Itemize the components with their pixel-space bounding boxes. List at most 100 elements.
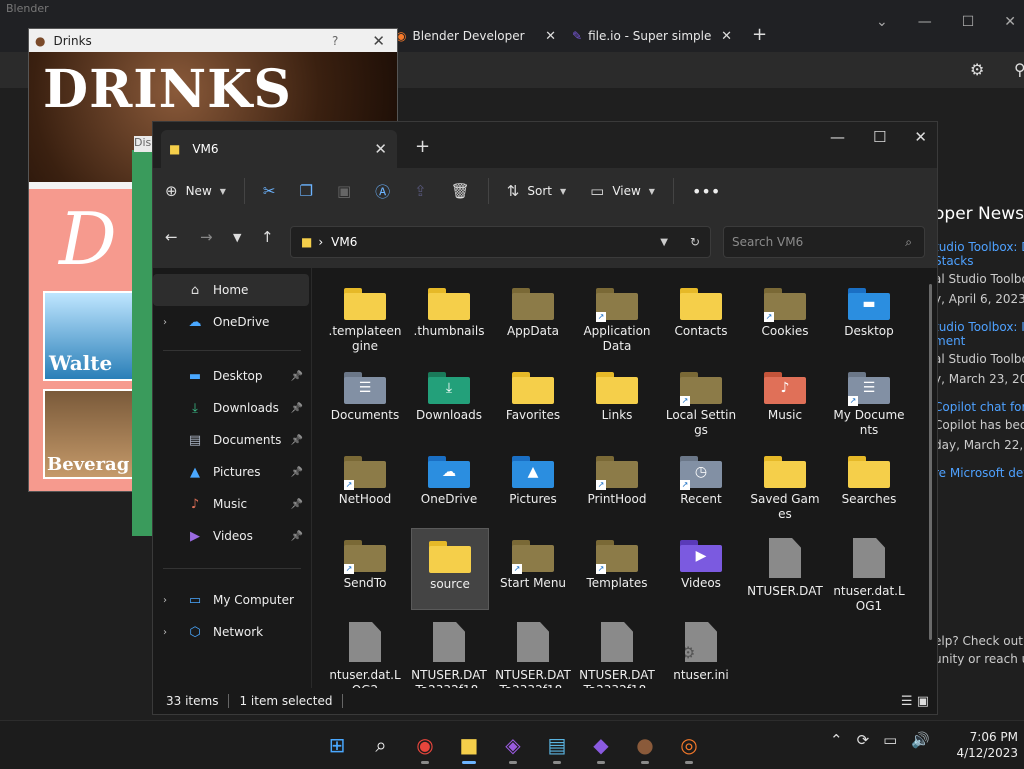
blender-icon[interactable]: ◎ bbox=[675, 731, 703, 764]
help-icon[interactable]: ? bbox=[332, 34, 338, 48]
tiles-view-icon[interactable]: ▣ bbox=[917, 694, 929, 709]
close-button[interactable]: ✕ bbox=[1004, 14, 1016, 30]
sidebar-item-pictures[interactable]: ▲ Pictures 📌 bbox=[153, 456, 309, 488]
clock[interactable]: 7:06 PM 4/12/2023 bbox=[946, 729, 1018, 761]
folder-item[interactable]: Searches bbox=[831, 444, 907, 524]
folder-item[interactable]: ☰ Documents bbox=[327, 360, 403, 440]
folder-item[interactable]: .templateengine bbox=[327, 276, 403, 356]
search-icon[interactable]: ⌕ bbox=[367, 731, 395, 759]
close-button[interactable]: ✕ bbox=[372, 32, 385, 50]
more-options-button[interactable]: ••• bbox=[680, 173, 732, 209]
monitor-icon[interactable]: ▭ bbox=[883, 731, 897, 749]
maximize-button[interactable]: ☐ bbox=[962, 14, 975, 30]
close-button[interactable]: ✕ bbox=[914, 128, 927, 146]
minimize-button[interactable]: — bbox=[918, 14, 932, 30]
sidebar-item-downloads[interactable]: ⤓ Downloads 📌 bbox=[153, 392, 309, 424]
new-tab-button[interactable]: + bbox=[415, 136, 430, 157]
browser-tab-blender-developer[interactable]: ◉ Blender Developer ✕ bbox=[396, 22, 556, 50]
folder-item[interactable]: ▬ Desktop bbox=[831, 276, 907, 356]
paste-button[interactable]: ▣ bbox=[325, 173, 363, 209]
address-bar[interactable]: ■ › VM6 ▼ ↻ bbox=[290, 226, 711, 258]
sidebar-item-desktop[interactable]: ▬ Desktop 📌 bbox=[153, 360, 309, 392]
chevron-right-icon[interactable]: › bbox=[163, 627, 179, 638]
news-link[interactable]: tudio Toolbox: De bbox=[934, 240, 1024, 254]
folder-item[interactable]: source bbox=[411, 528, 489, 610]
recent-locations-chevron-icon[interactable]: ▼ bbox=[233, 231, 241, 244]
folder-item[interactable]: ⤓ Downloads bbox=[411, 360, 487, 440]
forward-arrow-icon[interactable]: → bbox=[200, 228, 213, 246]
news-link[interactable]: tudio Toolbox: Int bbox=[934, 320, 1024, 334]
visual-studio-icon[interactable]: ◆ bbox=[587, 731, 615, 764]
folder-item[interactable]: ▶ Videos bbox=[663, 528, 739, 608]
search-box[interactable]: Search VM6 ⌕ bbox=[723, 226, 925, 258]
folder-item[interactable]: Links bbox=[579, 360, 655, 440]
folder-item[interactable]: .thumbnails bbox=[411, 276, 487, 356]
details-view-icon[interactable]: ☰ bbox=[901, 694, 913, 709]
maximize-button[interactable]: ☐ bbox=[873, 128, 886, 146]
folder-item[interactable]: ↗ Templates bbox=[579, 528, 655, 608]
sidebar-item-onedrive[interactable]: › ☁ OneDrive bbox=[153, 306, 309, 338]
refresh-icon[interactable]: ↻ bbox=[690, 235, 700, 249]
file-item[interactable]: ntuser.dat.LOG1 bbox=[831, 528, 907, 613]
minimize-button[interactable]: — bbox=[830, 128, 845, 146]
file-item[interactable]: ⚙ ntuser.ini bbox=[663, 612, 739, 688]
folder-item[interactable]: ▲ Pictures bbox=[495, 444, 571, 524]
file-explorer-icon[interactable]: ■ bbox=[455, 731, 483, 764]
sidebar-item-home[interactable]: ⌂ Home bbox=[153, 274, 309, 306]
speaker-icon[interactable]: 🔊 bbox=[911, 731, 930, 749]
rename-button[interactable]: Ⓐ bbox=[363, 173, 402, 209]
new-tab-button[interactable]: + bbox=[752, 24, 767, 45]
up-arrow-icon[interactable]: ↑ bbox=[261, 228, 274, 246]
pin-icon[interactable]: 📌 bbox=[291, 531, 303, 542]
file-item[interactable]: NTUSER.DATTa2332f18- bbox=[495, 612, 571, 688]
new-button[interactable]: ⊕ New ▼ bbox=[153, 173, 238, 209]
chevron-right-icon[interactable]: › bbox=[163, 595, 179, 606]
folder-item[interactable]: ☁ OneDrive bbox=[411, 444, 487, 524]
breadcrumb-vm6[interactable]: VM6 bbox=[331, 235, 357, 249]
sync-icon[interactable]: ⟳ bbox=[857, 731, 870, 749]
news-link[interactable]: Copilot chat for V bbox=[934, 400, 1024, 414]
water-image[interactable]: Walte bbox=[43, 291, 141, 381]
file-item[interactable]: NTUSER.DAT bbox=[747, 528, 823, 608]
folder-item[interactable]: ↗ Application Data bbox=[579, 276, 655, 356]
view-button[interactable]: ▭ View ▼ bbox=[578, 173, 667, 209]
back-arrow-icon[interactable]: ← bbox=[165, 228, 178, 246]
file-item[interactable]: NTUSER.DATTa2332f18- bbox=[411, 612, 487, 688]
close-icon[interactable]: ✕ bbox=[721, 29, 732, 44]
folder-item[interactable]: ☰ ↗ My Documents bbox=[831, 360, 907, 440]
chevron-right-icon[interactable]: › bbox=[163, 317, 179, 328]
chevron-up-icon[interactable]: ⌃ bbox=[830, 731, 843, 749]
gear-icon[interactable]: ⚙ bbox=[970, 60, 984, 79]
file-item[interactable]: NTUSER.DATTa2332f18- bbox=[579, 612, 655, 688]
folder-item[interactable]: ↗ NetHood bbox=[327, 444, 403, 524]
sidebar-item-music[interactable]: ♪ Music 📌 bbox=[153, 488, 309, 520]
chrome-icon[interactable]: ◉ bbox=[411, 731, 439, 764]
folder-item[interactable]: ↗ Start Menu bbox=[495, 528, 571, 608]
folder-item[interactable]: ♪ Music bbox=[747, 360, 823, 440]
close-icon[interactable]: ✕ bbox=[545, 29, 556, 44]
sidebar-item-my-computer[interactable]: › ▭ My Computer bbox=[153, 584, 309, 616]
sort-button[interactable]: ⇅ Sort ▼ bbox=[495, 173, 578, 209]
search-input[interactable]: Search VM6 bbox=[724, 235, 803, 249]
chevron-down-icon[interactable]: ▼ bbox=[660, 237, 668, 248]
sidebar-item-documents[interactable]: ▤ Documents 📌 bbox=[153, 424, 309, 456]
windows-start-icon[interactable]: ⊞ bbox=[323, 731, 351, 759]
folder-item[interactable]: Contacts bbox=[663, 276, 739, 356]
notepad-icon[interactable]: ▤ bbox=[543, 731, 571, 764]
more-news-link[interactable]: re Microsoft dev bbox=[934, 466, 1024, 480]
user-icon[interactable]: ⚲ bbox=[1014, 60, 1024, 79]
coffee-bean-icon[interactable]: ● bbox=[631, 731, 659, 764]
delete-button[interactable]: 🗑 bbox=[439, 173, 482, 209]
news-link[interactable]: Stacks bbox=[934, 254, 1024, 268]
cut-button[interactable]: ✂ bbox=[251, 173, 288, 209]
community-link[interactable]: unity or reach us bbox=[934, 652, 1024, 666]
visual-studio-code-icon[interactable]: ◈ bbox=[499, 731, 527, 764]
pin-icon[interactable]: 📌 bbox=[291, 499, 303, 510]
sidebar-item-network[interactable]: › ⬡ Network bbox=[153, 616, 309, 648]
folder-item[interactable]: ↗ SendTo bbox=[327, 528, 403, 608]
pin-icon[interactable]: 📌 bbox=[291, 403, 303, 414]
share-button[interactable]: ⇪ bbox=[402, 173, 439, 209]
folder-item[interactable]: AppData bbox=[495, 276, 571, 356]
folder-item[interactable]: Saved Games bbox=[747, 444, 823, 524]
folder-item[interactable]: ◷ ↗ Recent bbox=[663, 444, 739, 524]
